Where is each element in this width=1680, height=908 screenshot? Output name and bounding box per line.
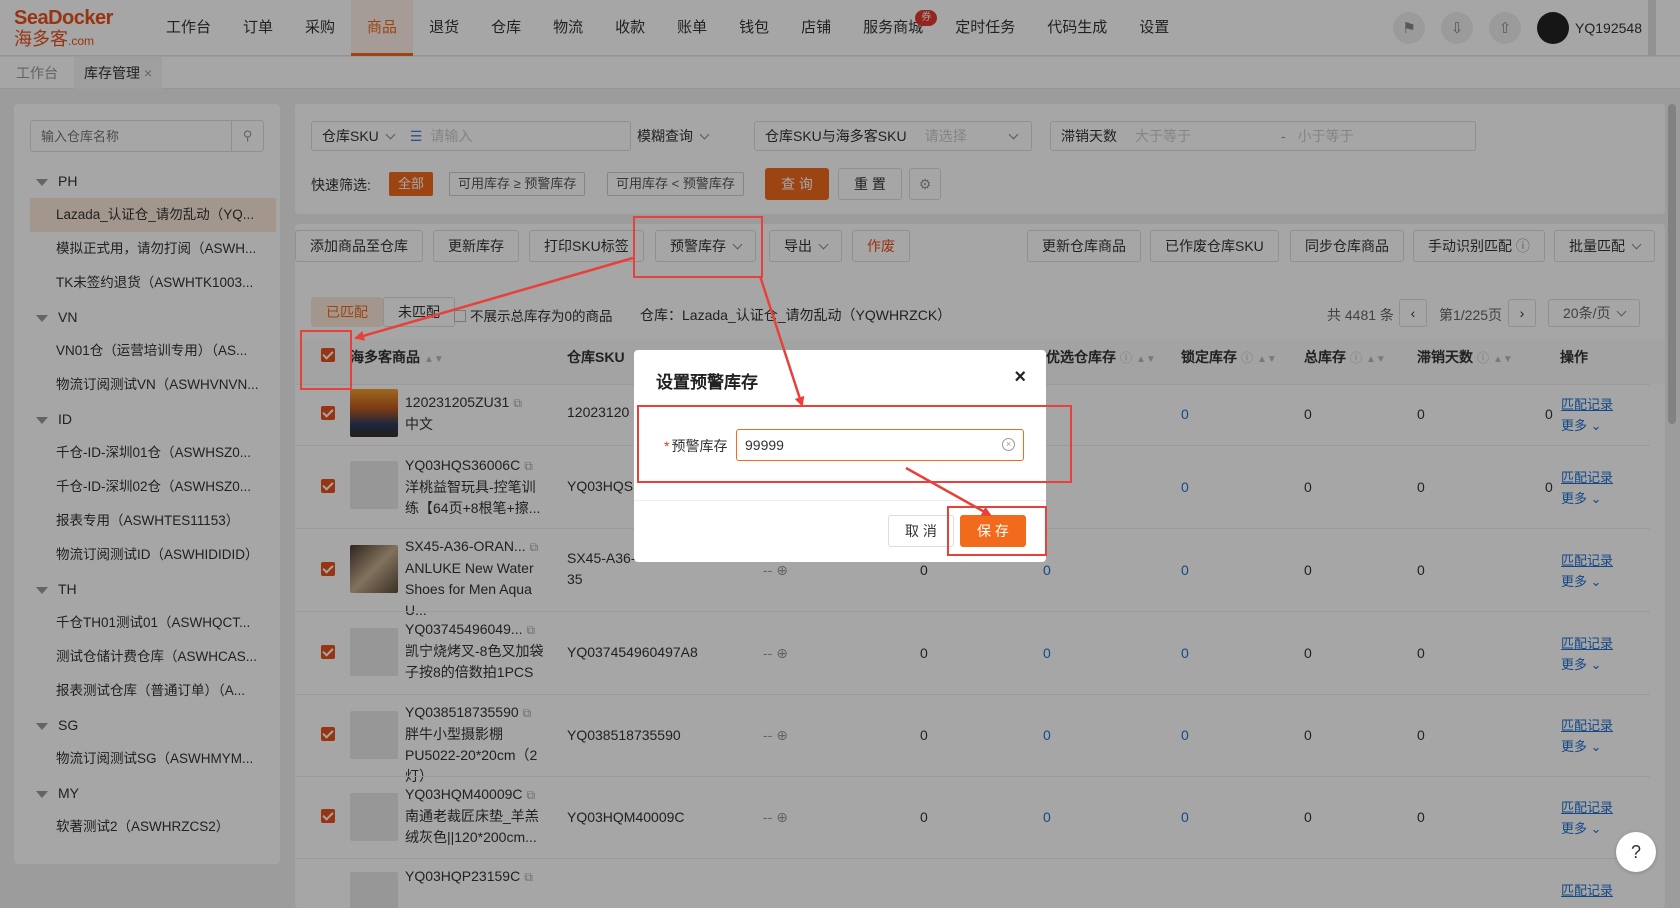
close-icon[interactable]: × — [1014, 366, 1026, 389]
dialog-divider — [634, 500, 1046, 501]
annotation-box-warning-stock — [633, 216, 763, 278]
annotation-box-select-all — [300, 330, 352, 390]
annotation-box-input — [637, 405, 1072, 483]
annotation-box-save — [947, 506, 1047, 556]
dialog-title: 设置预警库存 — [656, 373, 758, 392]
help-button[interactable]: ? — [1616, 832, 1656, 872]
cancel-button[interactable]: 取 消 — [888, 515, 954, 547]
